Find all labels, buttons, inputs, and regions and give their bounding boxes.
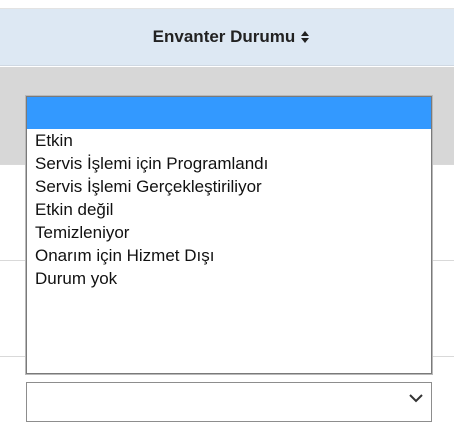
dropdown-option-no-status[interactable]: Durum yok <box>27 267 431 290</box>
status-select[interactable] <box>26 382 432 422</box>
dropdown-option-scheduled-for-service[interactable]: Servis İşlemi için Programlandı <box>27 152 431 175</box>
chevron-down-icon[interactable] <box>409 391 423 405</box>
dropdown-option-in-service[interactable]: Servis İşlemi Gerçekleştiriliyor <box>27 175 431 198</box>
column-header-inventory-status[interactable]: Envanter Durumu <box>0 9 454 66</box>
dropdown-option-out-of-service-for-repair[interactable]: Onarım için Hizmet Dışı <box>27 244 431 267</box>
top-strip <box>0 0 454 9</box>
dropdown-option-active[interactable]: Etkin <box>27 129 431 152</box>
sort-updown-icon[interactable] <box>301 30 310 44</box>
dropdown-option-empty[interactable] <box>27 97 431 129</box>
status-dropdown-listbox[interactable]: Etkin Servis İşlemi için Programlandı Se… <box>26 96 432 374</box>
column-header-label: Envanter Durumu <box>152 27 296 46</box>
dropdown-option-inactive[interactable]: Etkin değil <box>27 198 431 221</box>
dropdown-option-cleaning[interactable]: Temizleniyor <box>27 221 431 244</box>
